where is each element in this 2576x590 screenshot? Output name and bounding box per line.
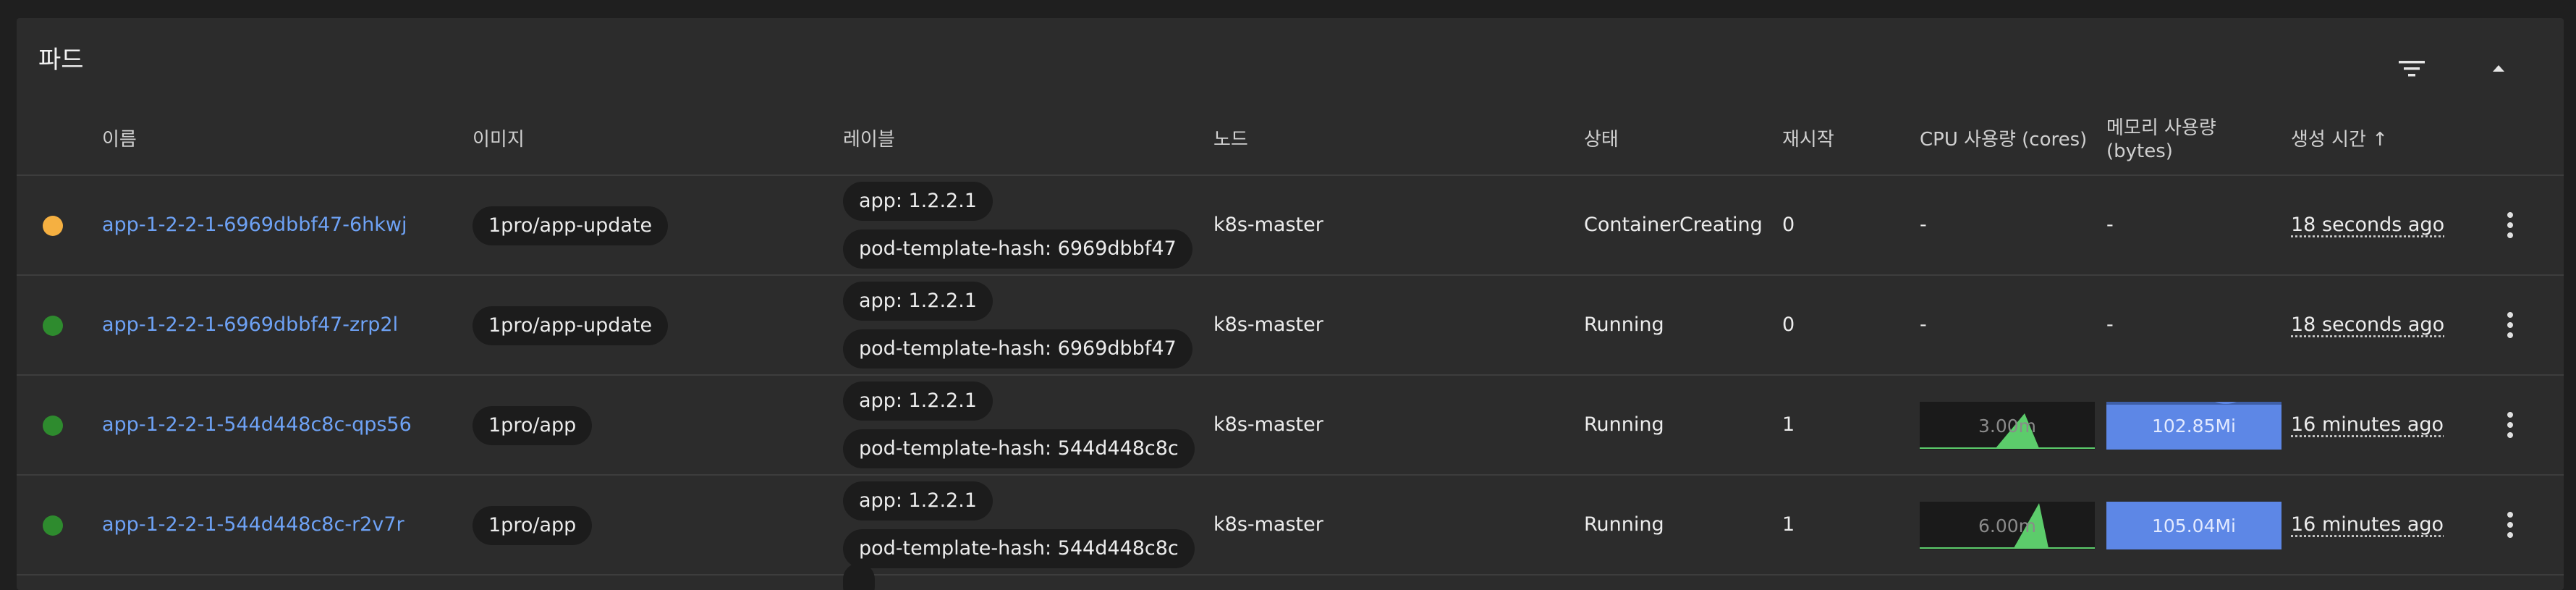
node-cell: k8s-master — [1213, 413, 1323, 436]
status-running-icon — [43, 316, 63, 336]
status-cell: ContainerCreating — [1584, 214, 1763, 236]
col-node[interactable]: 노드 — [1213, 128, 1248, 151]
node-cell: k8s-master — [1213, 214, 1323, 236]
pod-name-link[interactable]: app-1-2-2-1-6969dbbf47-zrp2l — [102, 313, 398, 336]
col-cpu[interactable]: CPU 사용량 (cores) — [1920, 128, 2087, 151]
pods-card: 파드 이름 이미지 레이블 노드 상태 재시작 CPU 사용량 (cores) … — [17, 18, 2564, 590]
cpu-value: 6.00m — [1920, 502, 2095, 549]
status-running-icon — [43, 416, 63, 436]
label-chip-hash: pod-template-hash: 544d448c8c — [843, 429, 1195, 468]
cpu-cell: - — [1920, 313, 1927, 336]
label-chip-hash: pod-template-hash: 6969dbbf47 — [843, 329, 1192, 368]
col-name[interactable]: 이름 — [102, 128, 137, 151]
col-labels[interactable]: 레이블 — [843, 128, 895, 151]
status-pending-icon — [43, 216, 63, 236]
more-vert-icon[interactable] — [2496, 503, 2525, 547]
cpu-sparkline[interactable]: 3.00m — [1920, 402, 2095, 450]
status-cell: Running — [1584, 513, 1664, 536]
table-row: app-1-2-2-1-6969dbbf47-zrp2l 1pro/app-up… — [17, 276, 2564, 376]
restarts-cell: 0 — [1782, 313, 1795, 336]
label-chip-app: app: 1.2.2.1 — [843, 182, 993, 221]
restarts-cell: 0 — [1782, 214, 1795, 236]
cpu-sparkline[interactable]: 6.00m — [1920, 502, 2095, 549]
image-chip: 1pro/app-update — [473, 306, 668, 345]
memory-sparkline[interactable]: 105.04Mi — [2106, 502, 2281, 549]
label-chip-partial — [843, 563, 875, 590]
chevron-up-icon[interactable] — [2477, 47, 2520, 90]
label-chip-app: app: 1.2.2.1 — [843, 481, 993, 521]
created-time: 18 seconds ago — [2291, 313, 2444, 336]
restarts-cell: 1 — [1782, 413, 1795, 436]
table-row: app-1-2-2-1-544d448c8c-r2v7r 1pro/app ap… — [17, 476, 2564, 576]
col-restarts[interactable]: 재시작 — [1782, 128, 1834, 151]
pod-name-link[interactable]: app-1-2-2-1-544d448c8c-r2v7r — [102, 513, 404, 536]
filter-icon[interactable] — [2390, 47, 2433, 90]
col-memory[interactable]: 메모리 사용량 (bytes) — [2106, 117, 2216, 163]
created-time: 18 seconds ago — [2291, 214, 2444, 236]
memory-cell: - — [2106, 214, 2114, 236]
col-memory-line1: 메모리 사용량 — [2106, 117, 2216, 140]
image-chip: 1pro/app — [473, 506, 592, 545]
created-time: 16 minutes ago — [2291, 513, 2444, 536]
status-running-icon — [43, 515, 63, 536]
cpu-value: 3.00m — [1920, 402, 2095, 450]
table-row: app-1-2-2-1-544d448c8c-qps56 1pro/app ap… — [17, 376, 2564, 476]
col-created[interactable]: 생성 시간 ↑ — [2291, 128, 2388, 151]
image-chip: 1pro/app — [473, 406, 592, 445]
label-chip-hash: pod-template-hash: 6969dbbf47 — [843, 229, 1192, 269]
memory-value: 102.85Mi — [2106, 402, 2281, 450]
node-cell: k8s-master — [1213, 313, 1323, 336]
col-status[interactable]: 상태 — [1584, 128, 1619, 151]
image-chip: 1pro/app-update — [473, 206, 668, 245]
status-cell: Running — [1584, 313, 1664, 336]
memory-sparkline[interactable]: 102.85Mi — [2106, 402, 2281, 450]
memory-cell: - — [2106, 313, 2114, 336]
more-vert-icon[interactable] — [2496, 403, 2525, 447]
cpu-cell: - — [1920, 214, 1927, 236]
table-header: 이름 이미지 레이블 노드 상태 재시작 CPU 사용량 (cores) 메모리… — [17, 98, 2564, 176]
restarts-cell: 1 — [1782, 513, 1795, 536]
memory-value: 105.04Mi — [2106, 502, 2281, 549]
table-row: app-1-2-2-1-6969dbbf47-6hkwj 1pro/app-up… — [17, 176, 2564, 276]
label-chip-app: app: 1.2.2.1 — [843, 382, 993, 421]
label-chip-hash: pod-template-hash: 544d448c8c — [843, 529, 1195, 568]
col-memory-line2: (bytes) — [2106, 140, 2216, 163]
pod-name-link[interactable]: app-1-2-2-1-6969dbbf47-6hkwj — [102, 214, 407, 236]
more-vert-icon[interactable] — [2496, 203, 2525, 247]
node-cell: k8s-master — [1213, 513, 1323, 536]
created-time: 16 minutes ago — [2291, 413, 2444, 436]
card-title: 파드 — [38, 40, 84, 75]
label-chip-app: app: 1.2.2.1 — [843, 282, 993, 321]
status-cell: Running — [1584, 413, 1664, 436]
more-vert-icon[interactable] — [2496, 303, 2525, 347]
pod-name-link[interactable]: app-1-2-2-1-544d448c8c-qps56 — [102, 413, 412, 436]
card-header: 파드 — [17, 18, 2564, 98]
col-image[interactable]: 이미지 — [473, 128, 525, 151]
